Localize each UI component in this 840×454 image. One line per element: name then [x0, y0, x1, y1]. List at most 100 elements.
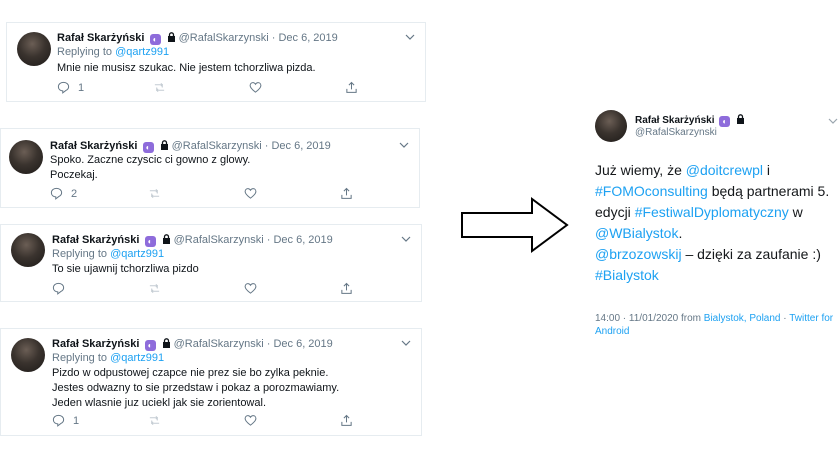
retweet-button[interactable] — [148, 187, 161, 200]
purple-badge-icon: ◐ — [144, 340, 156, 351]
like-button[interactable] — [244, 282, 257, 295]
share-button[interactable] — [340, 282, 353, 295]
mention-link[interactable]: @brzozowskij — [595, 246, 682, 262]
heart-icon — [244, 283, 257, 294]
share-icon — [346, 81, 357, 93]
tweet-card-4[interactable]: Rafał Skarżyński ◐ @RafalSkarzynski · De… — [0, 328, 422, 436]
text-run: edycji — [595, 204, 635, 220]
purple-badge-icon: ◐ — [149, 34, 161, 45]
share-icon — [341, 414, 352, 426]
text-line: #Bialystok — [595, 265, 840, 286]
tweet-date[interactable]: Dec 6, 2019 — [273, 234, 332, 246]
tweet-header: Rafał Skarżyński ◐ @RafalSkarzynski · De… — [52, 233, 333, 247]
text-line: @WBialystok. — [595, 223, 840, 244]
hashtag-link[interactable]: #Bialystok — [595, 267, 659, 283]
heart-icon — [244, 188, 257, 199]
lock-icon — [162, 338, 170, 348]
replying-to-link[interactable]: @qartz991 — [115, 46, 169, 58]
reply-button[interactable] — [52, 282, 73, 295]
chevron-down-icon[interactable] — [405, 32, 415, 42]
text-run: w — [788, 204, 803, 220]
replying-prefix: Replying to — [57, 46, 113, 58]
hashtag-link[interactable]: #FOMOconsulting — [595, 183, 708, 199]
tweet-header: Rafał Skarżyński ◐ @RafalSkarzynski · De… — [57, 31, 338, 45]
author-handle[interactable]: @RafalSkarzynski — [635, 126, 717, 140]
retweet-button[interactable] — [148, 282, 161, 295]
reply-count: 1 — [78, 81, 85, 94]
avatar[interactable] — [17, 32, 51, 66]
share-icon — [341, 187, 352, 199]
tweet-text-line: Mnie nie musisz szukac. Nie jestem tchor… — [57, 62, 316, 74]
retweet-icon — [149, 188, 160, 199]
retweet-icon — [154, 82, 165, 93]
tweet-actions — [52, 282, 362, 296]
tweet-text: Spoko. Zaczne czyscic ci gowno z glowy. … — [50, 153, 250, 183]
tweet-actions: 1 — [57, 81, 367, 95]
retweet-icon — [149, 415, 160, 426]
mention-link[interactable]: @WBialystok — [595, 225, 678, 241]
tweet-timestamp[interactable]: 14:00 · 11/01/2020 from — [595, 313, 704, 324]
author-handle[interactable]: @RafalSkarzynski — [179, 32, 269, 44]
share-icon — [341, 282, 352, 294]
author-name[interactable]: Rafał Skarżyński — [635, 115, 715, 126]
author-handle[interactable]: @RafalSkarzynski — [174, 234, 264, 246]
tweet-text: To sie ujawnij tchorzliwa pizdo — [52, 262, 199, 277]
retweet-button[interactable] — [153, 81, 166, 94]
author-name[interactable]: Rafał Skarżyński — [52, 234, 139, 246]
tweet-card-3[interactable]: Rafał Skarżyński ◐ @RafalSkarzynski · De… — [0, 224, 422, 302]
lock-icon — [737, 114, 745, 124]
heart-icon — [249, 82, 262, 93]
replying-prefix: Replying to — [52, 352, 108, 364]
author-handle[interactable]: @RafalSkarzynski — [172, 140, 262, 152]
lock-icon — [167, 32, 175, 42]
like-button[interactable] — [244, 187, 257, 200]
replying-to-link[interactable]: @qartz991 — [110, 248, 164, 260]
tweet-header: Rafał Skarżyński ◐ @RafalSkarzynski · De… — [50, 139, 331, 153]
share-button[interactable] — [345, 81, 358, 94]
share-button[interactable] — [340, 187, 353, 200]
lock-icon — [162, 234, 170, 244]
hashtag-link[interactable]: #FestiwalDyplomatyczny — [635, 204, 789, 220]
chevron-down-icon[interactable] — [401, 234, 411, 244]
reply-button[interactable]: 1 — [52, 414, 79, 427]
avatar[interactable] — [9, 140, 43, 174]
share-button[interactable] — [340, 414, 353, 427]
author-name[interactable]: Rafał Skarżyński — [57, 32, 144, 44]
tweet-header: Rafał Skarżyński ◐ @RafalSkarzynski · De… — [52, 337, 333, 351]
chevron-down-icon[interactable] — [401, 338, 411, 348]
like-button[interactable] — [249, 81, 262, 94]
text-run: Już wiemy, że — [595, 162, 686, 178]
location-link[interactable]: Bialystok, Poland — [704, 313, 781, 324]
chevron-down-icon[interactable] — [399, 140, 409, 150]
tweet-card-1[interactable]: Rafał Skarżyński ◐ @RafalSkarzynski · De… — [6, 22, 426, 102]
chevron-down-icon[interactable] — [828, 116, 838, 126]
tweet-card-2[interactable]: Rafał Skarżyński ◐ @RafalSkarzynski · De… — [0, 128, 420, 208]
tweet-text: Mnie nie musisz szukac. Nie jestem tchor… — [57, 61, 316, 76]
reply-button[interactable]: 2 — [50, 187, 77, 200]
reply-icon — [57, 81, 70, 94]
tweet-date[interactable]: Dec 6, 2019 — [273, 338, 332, 350]
author-name[interactable]: Rafał Skarżyński — [50, 140, 137, 152]
tweet-text-line: Jeden wlasnie juz uciekl jak sie zorient… — [52, 397, 266, 409]
retweet-button[interactable] — [148, 414, 161, 427]
replying-to: Replying to @qartz991 — [52, 247, 164, 261]
mention-link[interactable]: @doitcrewpl — [686, 162, 763, 178]
main-tweet-text: Już wiemy, że @doitcrewpl i #FOMOconsult… — [595, 160, 840, 286]
reply-button[interactable]: 1 — [57, 81, 84, 94]
avatar[interactable] — [11, 338, 45, 372]
tweet-actions: 1 — [52, 414, 362, 428]
author-name[interactable]: Rafał Skarżyński — [52, 338, 139, 350]
like-button[interactable] — [244, 414, 257, 427]
author-handle[interactable]: @RafalSkarzynski — [174, 338, 264, 350]
heart-icon — [244, 415, 257, 426]
tweet-date[interactable]: Dec 6, 2019 — [278, 32, 337, 44]
lock-icon — [160, 140, 168, 150]
replying-to-link[interactable]: @qartz991 — [110, 352, 164, 364]
text-run: – dzięki za zaufanie :) — [681, 246, 821, 262]
avatar[interactable] — [595, 110, 627, 142]
text-line: Już wiemy, że @doitcrewpl i — [595, 160, 840, 181]
avatar[interactable] — [11, 233, 45, 267]
reply-count: 2 — [71, 187, 78, 200]
tweet-date[interactable]: Dec 6, 2019 — [271, 140, 330, 152]
tweet-text-line: To sie ujawnij tchorzliwa pizdo — [52, 263, 199, 275]
